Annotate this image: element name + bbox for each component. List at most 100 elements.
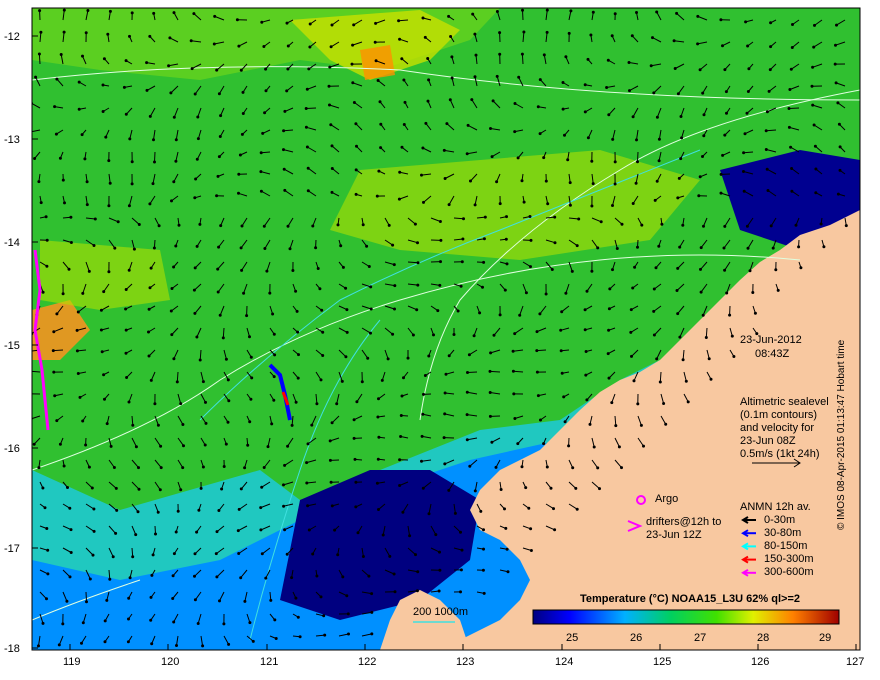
velocity-arrow-head [482,591,486,595]
velocity-arrow-head [76,372,80,375]
velocity-arrow-head [764,129,768,133]
velocity-arrow-head [702,113,706,117]
velocity-arrow-head [745,224,749,228]
velocity-arrow-head [524,291,528,295]
velocity-arrow-head [172,620,176,624]
velocity-arrow-head [516,156,520,160]
velocity-arrow-head [330,23,334,27]
velocity-arrow-head [109,444,113,448]
velocity-arrow-head [620,466,623,470]
velocity-arrow-head [53,105,57,109]
velocity-arrow-head [655,357,659,361]
velocity-arrow-head [488,369,492,373]
anmn-item-label: 0-30m [764,514,796,526]
velocity-arrow-head [128,576,132,580]
velocity-arrow-head [709,377,713,381]
velocity-arrow-head [494,465,498,469]
velocity-arrow-head [33,157,37,160]
velocity-arrow-head [329,123,333,127]
velocity-arrow-head [421,412,425,416]
velocity-arrow-head [156,423,160,427]
velocity-arrow-head [490,155,494,159]
velocity-arrow-head [834,81,838,85]
velocity-arrow-head [172,11,176,15]
velocity-arrow-head [128,34,131,38]
velocity-arrow-head [193,574,196,578]
velocity-arrow-head [723,133,727,137]
velocity-arrow-head [544,179,548,183]
velocity-arrow-head [465,152,469,156]
velocity-arrow-head [130,11,134,15]
velocity-arrow-head [377,397,380,401]
velocity-arrow-head [819,222,823,226]
velocity-arrow-head [613,160,617,164]
velocity-arrow-head [34,75,38,79]
velocity-arrow-head [478,311,482,315]
velocity-arrow-head [465,390,469,394]
velocity-arrow-head [373,40,377,44]
velocity-arrow-head [345,308,349,312]
velocity-arrow-head [651,36,654,40]
velocity-arrow-head [328,103,331,107]
velocity-arrow-head [811,103,815,107]
velocity-arrow-head [291,269,295,272]
velocity-arrow-head [172,265,176,269]
velocity-arrow-head [553,528,557,532]
velocity-arrow-head [529,265,532,269]
velocity-arrow-head [353,457,357,461]
velocity-arrow-head [264,67,268,71]
velocity-arrow-head [838,145,842,149]
velocity-arrow-head [237,191,240,195]
velocity-arrow-head [311,224,315,228]
velocity-arrow-head [314,246,318,250]
velocity-arrow-head [215,68,219,72]
velocity-arrow-head [354,192,358,196]
velocity-arrow-head [391,332,395,336]
velocity-arrow-head [361,555,365,558]
velocity-arrow-head [69,241,73,244]
velocity-arrow-head [697,194,701,198]
velocity-arrow-head [157,224,161,228]
altimetry-note: Altimetric sealevel (0.1m contours) and … [740,396,829,461]
velocity-arrow-head [169,309,173,313]
velocity-arrow-head [131,423,135,427]
velocity-arrow-head [677,176,681,180]
velocity-arrow-head [450,76,454,80]
velocity-arrow-head [790,189,794,193]
velocity-arrow-head [420,434,424,438]
velocity-arrow-head [721,44,724,48]
velocity-arrow-head [204,421,208,425]
velocity-arrow-head [379,146,383,150]
velocity-arrow-head [181,466,185,470]
velocity-arrow-head [259,528,263,532]
velocity-arrow-head [799,266,803,270]
velocity-arrow-head [45,597,48,601]
velocity-arrow-head [172,115,176,119]
velocity-arrow-head [320,308,324,312]
velocity-arrow-head [152,138,155,142]
velocity-arrow-head [226,420,230,424]
velocity-arrow-head [285,552,289,556]
velocity-arrow-head [657,244,661,248]
velocity-arrow-head [473,203,477,207]
anmn-item-label: 30-80m [764,527,802,539]
velocity-arrow-head [528,215,532,218]
velocity-arrow-head [529,549,533,552]
velocity-arrow-head [397,19,401,23]
velocity-arrow-head [169,91,173,95]
velocity-arrow-head [192,12,196,16]
velocity-arrow-head [195,530,199,534]
velocity-arrow-head [413,222,417,226]
velocity-arrow-head [196,115,200,119]
velocity-arrow-head [610,401,614,405]
velocity-arrow-head [219,114,223,118]
lon-label: 123 [456,656,475,668]
velocity-arrow-head [168,36,172,40]
velocity-arrow-head [403,100,407,104]
velocity-arrow-head [505,262,509,266]
velocity-arrow-head [43,506,47,510]
velocity-arrow-head [725,111,728,115]
velocity-arrow-head [607,307,611,311]
velocity-arrow-head [536,394,540,398]
velocity-arrow-head [38,9,42,13]
